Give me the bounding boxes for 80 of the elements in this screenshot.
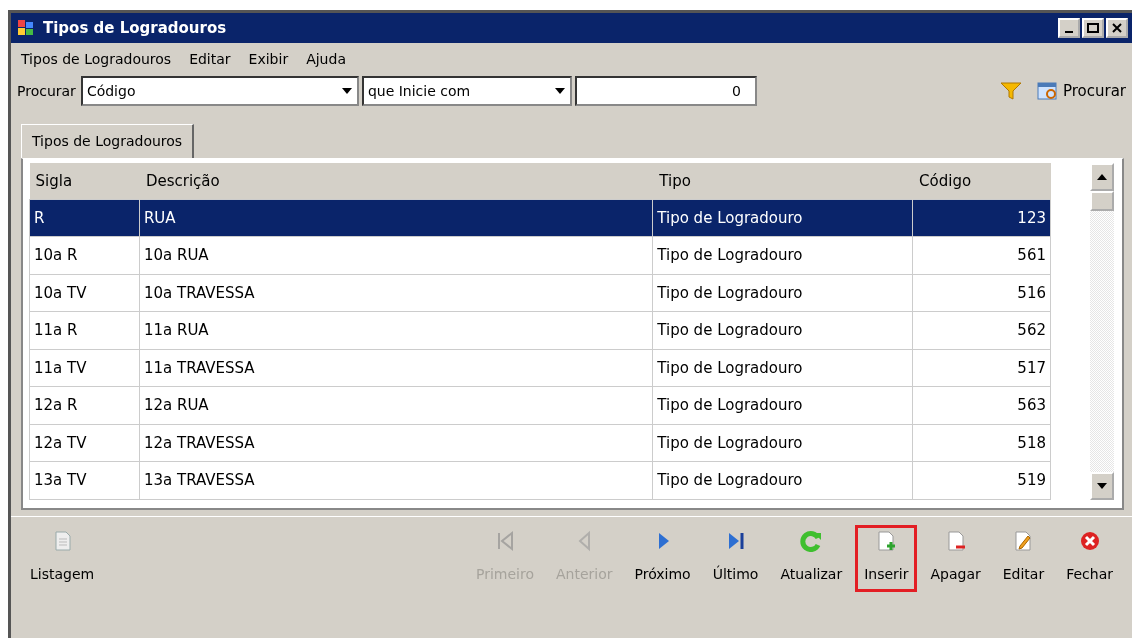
- table-cell: 10a RUA: [139, 236, 653, 275]
- toolbar-button[interactable]: Listagem: [21, 525, 104, 592]
- toolbar-button[interactable]: Editar: [993, 525, 1054, 592]
- toolbar-button[interactable]: Atualizar: [771, 525, 852, 592]
- search-icon: [1036, 81, 1059, 101]
- menu-item[interactable]: Editar: [189, 49, 231, 70]
- table-cell: 12a TRAVESSA: [139, 424, 653, 462]
- close-icon: [1112, 23, 1122, 33]
- maximize-button[interactable]: [1082, 18, 1104, 38]
- dropdown-arrow-icon: [553, 87, 566, 95]
- down-arrow-icon: [1096, 482, 1108, 490]
- search-label: Procurar: [17, 81, 76, 101]
- table-cell: RUA: [139, 199, 653, 237]
- menu-item[interactable]: Ajuda: [306, 49, 346, 70]
- table-row[interactable]: 10a R 10a RUA Tipo de Logradouro 561: [29, 236, 1051, 275]
- minimize-button[interactable]: [1058, 18, 1080, 38]
- table-cell: 123: [912, 199, 1051, 237]
- new-document-icon: [875, 530, 898, 552]
- scrollbar[interactable]: [1090, 163, 1114, 500]
- table-row[interactable]: 11a TV 11a TRAVESSA Tipo de Logradouro 517: [29, 349, 1051, 387]
- close-button[interactable]: [1106, 18, 1128, 38]
- table-cell: 516: [912, 274, 1051, 312]
- table-cell: Tipo de Logradouro: [652, 386, 913, 425]
- table-cell: 11a TRAVESSA: [139, 349, 653, 387]
- field-select[interactable]: Código: [80, 76, 359, 106]
- table-row[interactable]: 13a TV 13a TRAVESSA Tipo de Logradouro 519: [29, 461, 1051, 500]
- minimize-icon: [1065, 31, 1073, 33]
- maximize-icon: [1087, 23, 1099, 33]
- refresh-icon: [800, 530, 823, 552]
- table-cell: 563: [912, 386, 1051, 425]
- toolbar-button[interactable]: Apagar: [921, 525, 990, 592]
- window-title: Tipos de Logradouros: [43, 17, 227, 39]
- table-cell: 11a R: [29, 311, 140, 350]
- table-cell: 10a TRAVESSA: [139, 274, 653, 312]
- table-cell: Tipo de Logradouro: [652, 424, 913, 462]
- table-cell: 11a TV: [29, 349, 140, 387]
- table-cell: Tipo de Logradouro: [652, 199, 913, 237]
- table-cell: 561: [912, 236, 1051, 275]
- dropdown-arrow-icon: [340, 87, 353, 95]
- toolbar-button[interactable]: Último: [703, 525, 768, 592]
- table-cell: 10a TV: [29, 274, 140, 312]
- toolbar-button[interactable]: Fechar: [1057, 525, 1122, 592]
- close-icon: [1078, 530, 1101, 552]
- toolbar-button[interactable]: Próximo: [625, 525, 700, 592]
- table-row[interactable]: R RUA Tipo de Logradouro 123: [29, 199, 1051, 237]
- table-cell: Tipo de Logradouro: [652, 349, 913, 387]
- scroll-thumb[interactable]: [1090, 191, 1114, 211]
- table-row[interactable]: 11a R 11a RUA Tipo de Logradouro 562: [29, 311, 1051, 350]
- table-cell: 518: [912, 424, 1051, 462]
- table-row[interactable]: 10a TV 10a TRAVESSA Tipo de Logradouro 516: [29, 274, 1051, 312]
- tab[interactable]: Tipos de Logradouros: [21, 124, 195, 158]
- menu-item[interactable]: Tipos de Logradouros: [21, 49, 172, 70]
- table-cell: 13a TRAVESSA: [139, 461, 653, 500]
- column-header[interactable]: Tipo: [652, 163, 913, 199]
- up-arrow-icon: [1096, 173, 1108, 181]
- table-cell: 12a TV: [29, 424, 140, 462]
- search-button[interactable]: Procurar: [1036, 79, 1126, 103]
- column-header[interactable]: Descrição: [139, 163, 653, 199]
- table-row[interactable]: 12a TV 12a TRAVESSA Tipo de Logradouro 518: [29, 424, 1051, 462]
- table-cell: 11a RUA: [139, 311, 653, 350]
- table-cell: 517: [912, 349, 1051, 387]
- toolbar-button[interactable]: Inserir: [855, 525, 918, 592]
- table-cell: 12a R: [29, 386, 140, 425]
- search-input[interactable]: 0: [574, 76, 757, 106]
- column-header[interactable]: Sigla: [29, 163, 140, 199]
- table-cell: Tipo de Logradouro: [652, 311, 913, 350]
- table-cell: Tipo de Logradouro: [652, 274, 913, 312]
- table-cell: 13a TV: [29, 461, 140, 500]
- table-cell: 519: [912, 461, 1051, 500]
- column-header[interactable]: Código: [912, 163, 1051, 199]
- table-cell: 562: [912, 311, 1051, 350]
- app-icon: [17, 19, 35, 37]
- table-cell: Tipo de Logradouro: [652, 236, 913, 275]
- table-cell: Tipo de Logradouro: [652, 461, 913, 500]
- operator-select[interactable]: que Inicie com: [361, 76, 572, 106]
- table-cell: 12a RUA: [139, 386, 653, 425]
- table-row[interactable]: 12a R 12a RUA Tipo de Logradouro 563: [29, 386, 1051, 425]
- table-cell: 10a R: [29, 236, 140, 275]
- menu-item[interactable]: Exibir: [248, 49, 289, 70]
- table-cell: R: [29, 199, 140, 237]
